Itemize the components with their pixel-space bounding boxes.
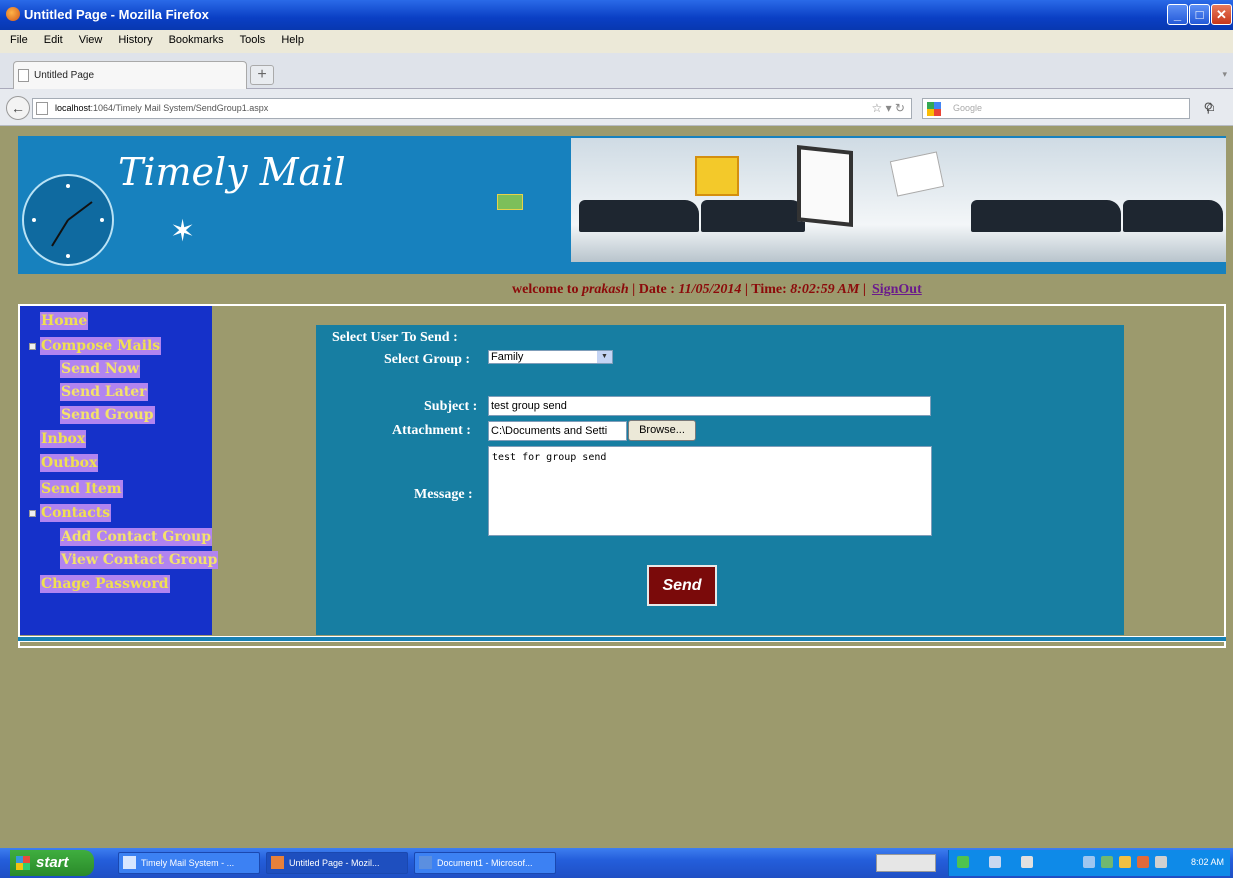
windows-logo-icon [16,856,30,870]
signout-link[interactable]: SignOut [872,282,922,297]
firefox-icon [271,856,284,869]
site-banner: Timely Mail ✶ [18,136,1226,274]
tray-icon[interactable] [1021,856,1033,868]
sidebar-item-inbox[interactable]: Inbox [40,430,87,448]
subject-input[interactable]: test group send [488,396,931,416]
sidebar-item-contacts[interactable]: Contacts [40,504,112,522]
taskbar-item[interactable]: Document1 - Microsof... [414,852,556,874]
sidebar-item-send-now[interactable]: Send Now [60,360,141,378]
collapse-icon[interactable] [29,343,36,350]
group-select-value: Family [491,351,524,363]
menu-history[interactable]: History [108,30,158,46]
sidebar-item-compose[interactable]: Compose Mails [40,337,162,355]
attachment-label: Attachment : [392,423,471,438]
menu-edit[interactable]: Edit [34,30,69,46]
language-bar-icon[interactable] [876,854,936,872]
tray-icon[interactable] [1119,856,1131,868]
sidebar-item-send-later[interactable]: Send Later [60,383,148,401]
menu-help[interactable]: Help [271,30,310,46]
envelope-icon [497,194,523,210]
start-button[interactable]: start [10,850,94,876]
star-icon: ✶ [170,215,196,248]
message-textarea[interactable]: test for group send [488,446,932,536]
clock-hands-icon [32,184,104,258]
url-text: localhost:1064/Timely Mail System/SendGr… [55,103,269,113]
select-group-label: Select Group : [384,352,471,367]
content-divider [18,636,1226,642]
collapse-icon[interactable] [29,510,36,517]
tab-label: Untitled Page [34,70,95,81]
tray-icon[interactable] [1137,856,1149,868]
firefox-icon [6,7,20,21]
tab-untitled-page[interactable]: Untitled Page [13,61,247,89]
menu-bar: File Edit View History Bookmarks Tools Help [0,30,1233,53]
maximize-icon[interactable]: □ [1189,4,1210,25]
welcome-bar: welcome to prakash | Date : 11/05/2014 |… [512,282,922,297]
word-icon [419,856,432,869]
search-placeholder: Google [953,103,983,113]
taskbar-clock[interactable]: 8:02 AM [1191,857,1224,867]
send-button[interactable]: Send [647,565,717,606]
window-titlebar: Untitled Page - Mozilla Firefox _ □ ✕ [0,0,1233,30]
window-title: Untitled Page - Mozilla Firefox [24,7,209,22]
home-icon[interactable]: ⌂ [1206,98,1215,115]
attachment-input[interactable]: C:\Documents and Setti [488,421,627,441]
tray-icon[interactable] [1083,856,1095,868]
back-button[interactable]: ← [6,96,30,120]
menu-view[interactable]: View [69,30,109,46]
app-icon [123,856,136,869]
bookmark-star-icon[interactable]: ☆ ▾ ↻ [871,101,905,115]
address-bar[interactable]: localhost:1064/Timely Mail System/SendGr… [32,98,912,119]
navigation-bar: ← localhost:1064/Timely Mail System/Send… [0,89,1233,126]
minimize-icon[interactable]: _ [1167,4,1188,25]
envelope-icon [695,156,739,196]
new-tab-button[interactable]: + [250,65,274,85]
monitor-image [797,145,853,227]
menu-file[interactable]: File [0,30,34,46]
search-box[interactable]: Google ⚲ [922,98,1213,119]
taskbar-item[interactable]: Untitled Page - Mozil... [266,852,408,874]
menu-tools[interactable]: Tools [230,30,272,46]
browse-button[interactable]: Browse... [628,420,696,441]
letter-image [889,151,945,197]
close-icon[interactable]: ✕ [1211,4,1232,25]
sidebar-item-change-password[interactable]: Chage Password [40,575,170,593]
current-date: 11/05/2014 [678,282,742,297]
menu-bookmarks[interactable]: Bookmarks [159,30,230,46]
sidebar-item-add-contact-group[interactable]: Add Contact Group [60,528,213,546]
sidebar-item-send-item[interactable]: Send Item [40,480,123,498]
sidebar-item-home[interactable]: Home [40,312,89,330]
current-time: 8:02:59 AM [790,282,860,297]
tray-icon[interactable] [989,856,1001,868]
sidebar-item-outbox[interactable]: Outbox [40,454,99,472]
banner-image [571,138,1226,262]
tray-icon[interactable] [1101,856,1113,868]
system-tray: 8:02 AM [948,850,1230,876]
chair-image [1123,200,1223,232]
chair-image [971,200,1121,232]
subject-label: Subject : [424,399,478,414]
site-logo: Timely Mail [118,150,346,194]
message-label: Message : [414,487,473,502]
username: prakash [581,282,629,297]
page-icon [18,69,29,82]
network-icon[interactable] [957,856,969,868]
chair-image [701,200,805,232]
taskbar-item[interactable]: Timely Mail System - ... [118,852,260,874]
select-user-label: Select User To Send : [332,330,458,345]
tab-list-icon[interactable]: ▾ [1222,69,1227,80]
google-icon[interactable] [927,102,941,116]
tray-icon[interactable] [1155,856,1167,868]
clock-image [22,174,114,266]
taskbar: start Timely Mail System - ... Untitled … [0,848,1233,878]
chair-image [579,200,699,232]
sidebar-item-view-contact-group[interactable]: View Contact Group [60,551,219,569]
group-select[interactable]: Family ▼ [488,350,613,364]
sidebar-item-send-group[interactable]: Send Group [60,406,155,424]
chevron-down-icon[interactable]: ▼ [597,351,612,363]
tab-strip: Untitled Page + ▾ [0,53,1233,89]
page-icon [36,102,48,115]
